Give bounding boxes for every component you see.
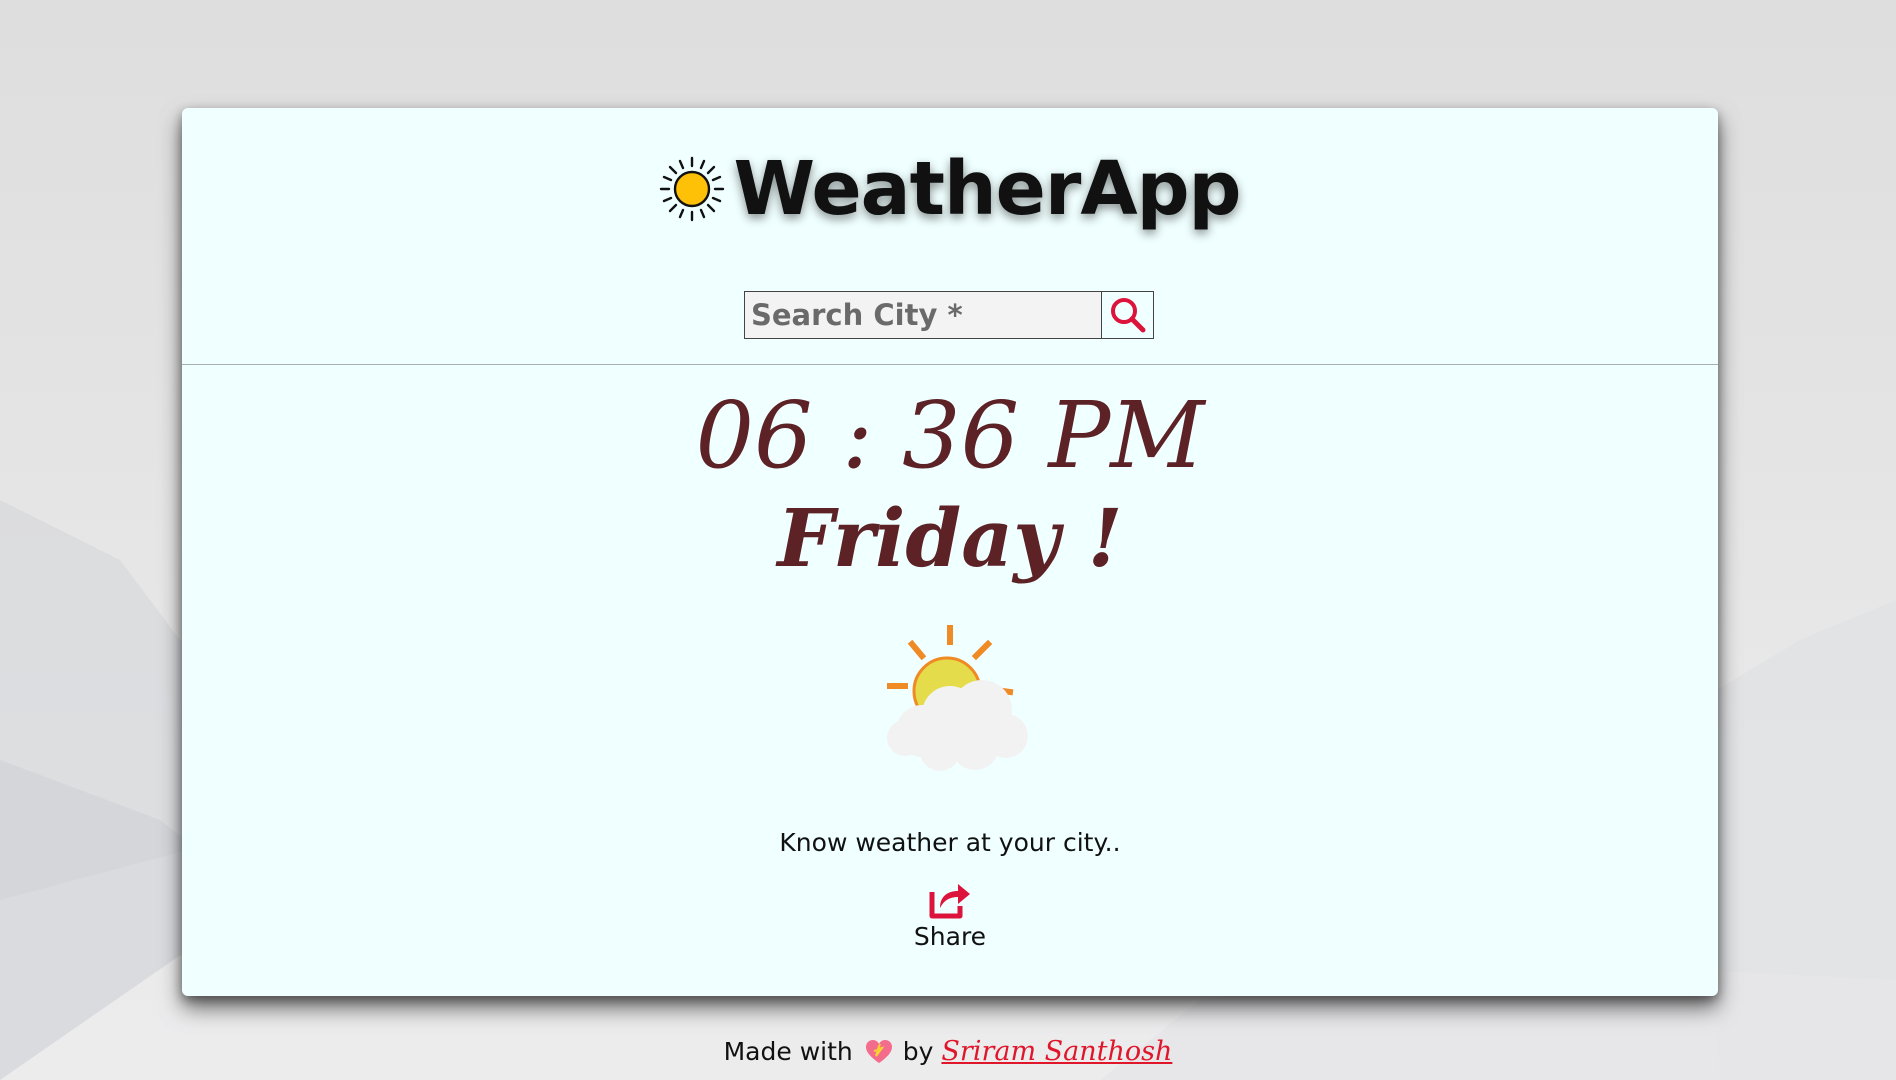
- app-header: WeatherApp: [182, 152, 1718, 226]
- share-icon: [929, 884, 970, 919]
- current-time: 06 : 36 PM: [695, 382, 1205, 489]
- share-button[interactable]: Share: [900, 880, 1000, 951]
- header-divider: [182, 364, 1718, 365]
- search-icon: [1110, 298, 1145, 333]
- search-city-input[interactable]: [744, 291, 1101, 339]
- search-button[interactable]: [1101, 291, 1154, 339]
- by-text: by: [902, 1037, 934, 1066]
- share-label: Share: [913, 922, 987, 951]
- current-day: Friday !: [777, 491, 1123, 585]
- sun-icon: [660, 156, 725, 222]
- app-title: WeatherApp: [733, 146, 1241, 232]
- weather-message: Know weather at your city..: [779, 828, 1121, 857]
- partly-cloudy-icon: [887, 625, 1028, 771]
- search-bar: [744, 291, 1154, 339]
- made-with-text: Made with: [723, 1037, 853, 1066]
- weather-card: WeatherApp 06 : 36 PM Friday !: [182, 108, 1718, 996]
- footer: Made with by Sriram Santhosh: [0, 1036, 1896, 1067]
- author-link[interactable]: Sriram Santhosh: [941, 1036, 1172, 1067]
- heart-icon: [865, 1039, 892, 1063]
